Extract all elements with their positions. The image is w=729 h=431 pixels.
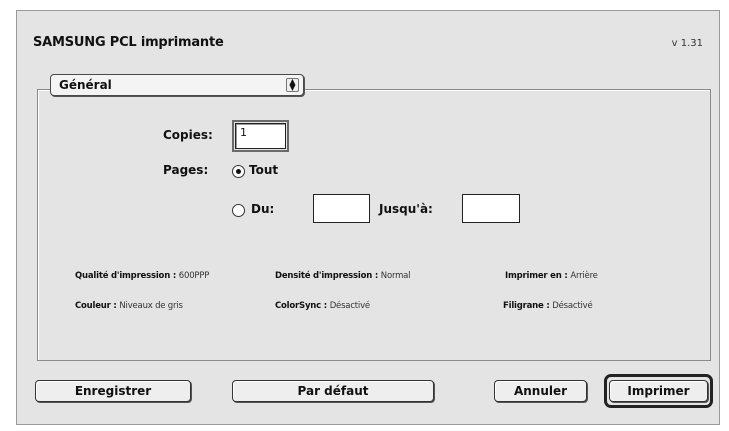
version-label: v 1.31	[671, 38, 703, 49]
watermark-info: Filigrane : Désactivé	[503, 301, 593, 311]
print-button[interactable]: Imprimer	[609, 380, 708, 402]
pages-to-label: Jusqu'à:	[379, 202, 433, 216]
colorsync-info: ColorSync : Désactivé	[275, 301, 370, 311]
print-quality-info: Qualité d'impression : 600PPP	[75, 271, 210, 281]
panel-selector-value: Général	[59, 78, 112, 92]
print-density-value: Normal	[380, 271, 411, 281]
pages-from-label: Du:	[251, 202, 275, 216]
print-on-label: Imprimer en	[505, 271, 562, 281]
print-density-label: Densité d'impression	[275, 271, 373, 281]
color-value: Niveaux de gris	[119, 301, 183, 311]
up-down-arrows-icon: ▲ ▼	[286, 78, 299, 92]
settings-panel	[37, 89, 711, 361]
print-quality-label: Qualité d'impression	[75, 271, 171, 281]
color-label: Couleur	[75, 301, 111, 311]
pages-from-field[interactable]	[313, 194, 370, 223]
watermark-label: Filigrane	[503, 301, 544, 311]
pages-range-radio[interactable]	[232, 204, 245, 217]
panel-selector-popup[interactable]: Général ▲ ▼	[50, 74, 304, 96]
print-quality-value: 600PPP	[178, 271, 210, 281]
copies-label: Copies:	[163, 128, 213, 142]
default-button[interactable]: Par défaut	[232, 380, 434, 402]
cancel-button[interactable]: Annuler	[494, 380, 587, 402]
print-on-value: Arrière	[570, 271, 598, 281]
print-dialog: SAMSUNG PCL imprimante v 1.31 Général ▲ ▼…	[16, 10, 720, 425]
pages-all-radio[interactable]	[232, 165, 245, 178]
dialog-title: SAMSUNG PCL imprimante	[33, 35, 224, 50]
watermark-value: Désactivé	[552, 301, 593, 311]
colorsync-value: Désactivé	[329, 301, 370, 311]
pages-label: Pages:	[163, 163, 209, 177]
print-on-info: Imprimer en : Arrière	[505, 271, 598, 281]
colorsync-label: ColorSync	[275, 301, 321, 311]
print-density-info: Densité d'impression : Normal	[275, 271, 411, 281]
pages-all-label: Tout	[249, 163, 279, 177]
copies-field[interactable]: 1	[232, 120, 289, 152]
color-info: Couleur : Niveaux de gris	[75, 301, 183, 311]
save-button[interactable]: Enregistrer	[35, 380, 191, 402]
pages-to-field[interactable]	[462, 194, 520, 223]
